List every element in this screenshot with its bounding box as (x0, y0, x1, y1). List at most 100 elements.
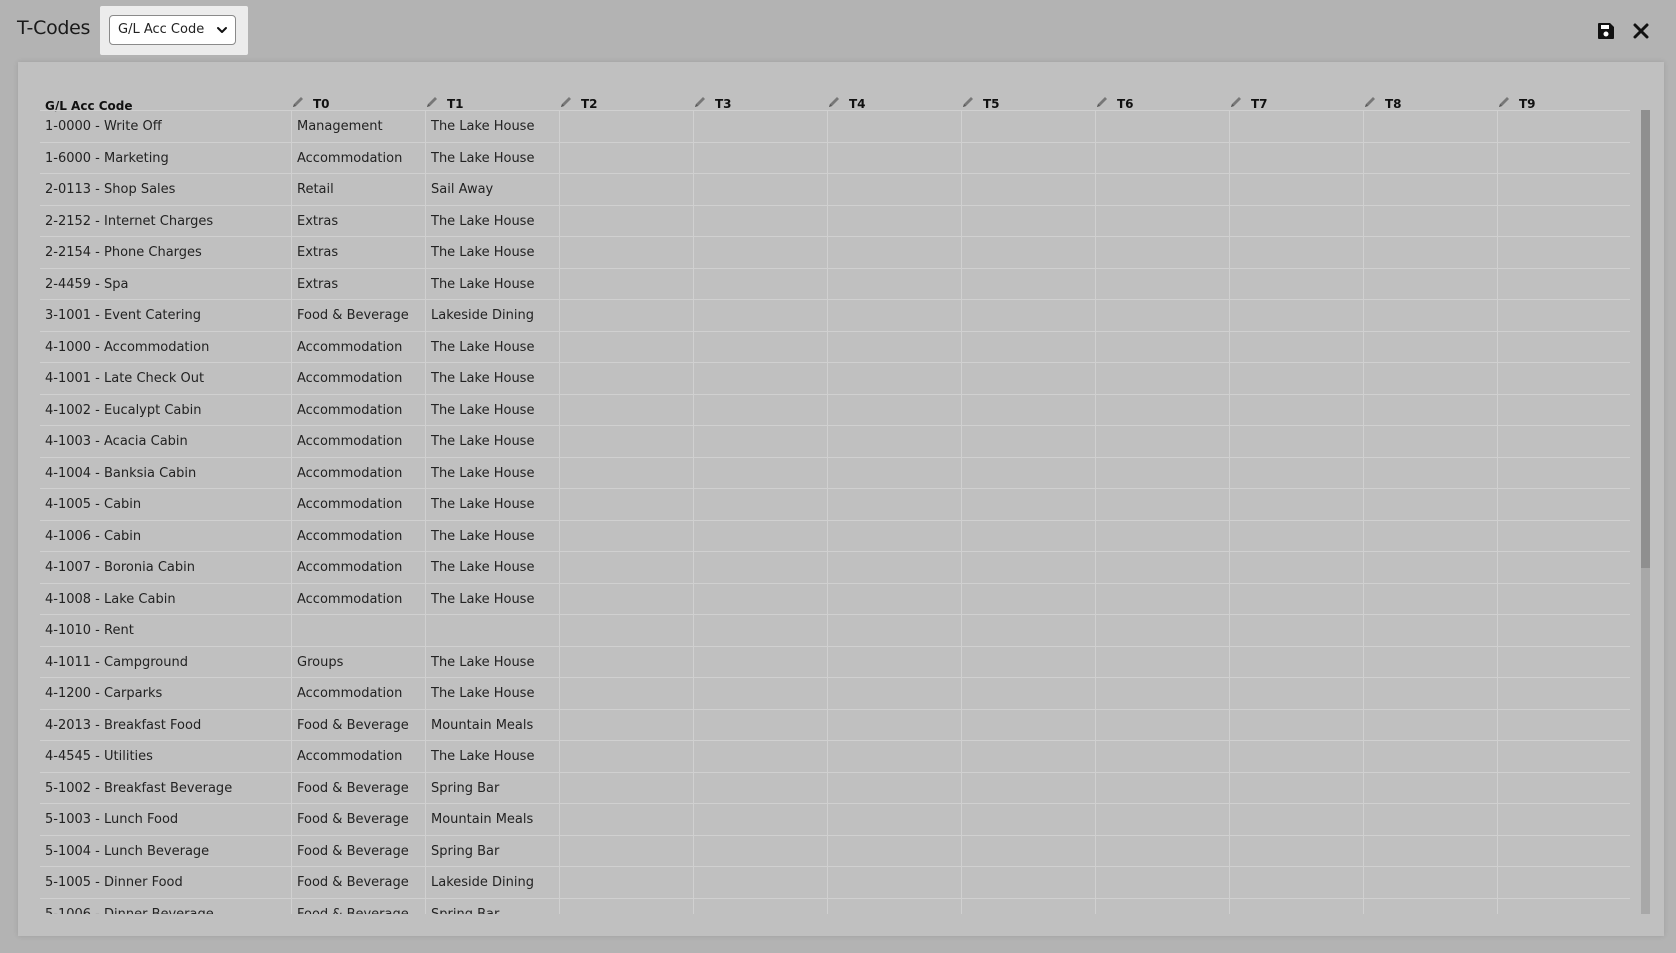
tcode-cell-t7[interactable] (1229, 709, 1363, 741)
tcode-cell-t3[interactable] (693, 709, 827, 741)
pencil-icon[interactable] (827, 95, 841, 109)
tcode-cell-t0[interactable]: Accommodation (291, 678, 425, 710)
tcode-cell-t5[interactable] (961, 394, 1095, 426)
tcode-cell-t6[interactable] (1095, 205, 1229, 237)
tcode-cell-t5[interactable] (961, 552, 1095, 584)
tcode-cell-t6[interactable] (1095, 489, 1229, 521)
tcode-cell-t6[interactable] (1095, 457, 1229, 489)
tcode-cell-t3[interactable] (693, 268, 827, 300)
tcode-cell-t2[interactable] (559, 142, 693, 174)
tcode-cell-t2[interactable] (559, 394, 693, 426)
tcode-cell-t2[interactable] (559, 741, 693, 773)
tcode-cell-t0[interactable]: Food & Beverage (291, 867, 425, 899)
tcode-cell-t7[interactable] (1229, 363, 1363, 395)
tcode-cell-t0[interactable]: Extras (291, 205, 425, 237)
tcode-cell-t8[interactable] (1363, 772, 1497, 804)
save-icon[interactable] (1596, 21, 1616, 41)
tcode-cell-t5[interactable] (961, 489, 1095, 521)
tcode-cell-t7[interactable] (1229, 237, 1363, 269)
tcode-cell-t3[interactable] (693, 583, 827, 615)
tcode-cell-t6[interactable] (1095, 741, 1229, 773)
pencil-icon[interactable] (693, 95, 707, 109)
tcode-cell-t8[interactable] (1363, 678, 1497, 710)
tcode-cell-t7[interactable] (1229, 394, 1363, 426)
tcode-cell-t4[interactable] (827, 552, 961, 584)
tcode-cell-t2[interactable] (559, 363, 693, 395)
tcode-cell-t5[interactable] (961, 174, 1095, 206)
tcode-cell-t5[interactable] (961, 268, 1095, 300)
tcode-cell-t6[interactable] (1095, 552, 1229, 584)
tcode-cell-t1[interactable]: The Lake House (425, 741, 559, 773)
tcode-cell-t9[interactable] (1497, 268, 1630, 300)
tcode-cell-t2[interactable] (559, 520, 693, 552)
tcode-cell-t5[interactable] (961, 111, 1095, 143)
tcode-cell-t9[interactable] (1497, 552, 1630, 584)
tcode-cell-t9[interactable] (1497, 741, 1630, 773)
tcode-cell-t0[interactable]: Extras (291, 237, 425, 269)
tcode-cell-t4[interactable] (827, 583, 961, 615)
pencil-icon[interactable] (1095, 95, 1109, 109)
tcode-cell-t8[interactable] (1363, 394, 1497, 426)
tcode-cell-t7[interactable] (1229, 678, 1363, 710)
tcode-cell-t8[interactable] (1363, 363, 1497, 395)
tcode-cell-t0[interactable]: Groups (291, 646, 425, 678)
tcode-cell-t7[interactable] (1229, 142, 1363, 174)
tcode-cell-t8[interactable] (1363, 615, 1497, 647)
tcode-cell-t4[interactable] (827, 489, 961, 521)
tcode-cell-t2[interactable] (559, 237, 693, 269)
tcode-cell-t4[interactable] (827, 142, 961, 174)
tcode-cell-t6[interactable] (1095, 520, 1229, 552)
tcode-cell-t6[interactable] (1095, 426, 1229, 458)
tcode-cell-t2[interactable] (559, 804, 693, 836)
tcode-cell-t1[interactable]: The Lake House (425, 520, 559, 552)
tcode-cell-t6[interactable] (1095, 835, 1229, 867)
tcode-cell-t2[interactable] (559, 268, 693, 300)
tcode-cell-t8[interactable] (1363, 709, 1497, 741)
tcode-cell-t3[interactable] (693, 489, 827, 521)
tcode-cell-t2[interactable] (559, 646, 693, 678)
tcode-cell-t7[interactable] (1229, 772, 1363, 804)
tcode-cell-t1[interactable]: Spring Bar (425, 898, 559, 914)
tcode-cell-t3[interactable] (693, 520, 827, 552)
tcode-cell-t6[interactable] (1095, 111, 1229, 143)
tcode-cell-t0[interactable]: Extras (291, 268, 425, 300)
tcode-cell-t3[interactable] (693, 552, 827, 584)
tcode-cell-t4[interactable] (827, 394, 961, 426)
pencil-icon[interactable] (291, 95, 305, 109)
tcode-cell-t8[interactable] (1363, 111, 1497, 143)
tcode-cell-t4[interactable] (827, 111, 961, 143)
tcode-cell-t9[interactable] (1497, 646, 1630, 678)
tcode-cell-t3[interactable] (693, 678, 827, 710)
tcode-cell-t3[interactable] (693, 237, 827, 269)
tcode-cell-t3[interactable] (693, 898, 827, 914)
tcode-cell-t9[interactable] (1497, 142, 1630, 174)
tcode-cell-t1[interactable]: The Lake House (425, 331, 559, 363)
tcode-cell-t0[interactable]: Accommodation (291, 552, 425, 584)
tcode-cell-t0[interactable]: Accommodation (291, 363, 425, 395)
tcode-cell-t0[interactable]: Management (291, 111, 425, 143)
tcode-cell-t6[interactable] (1095, 363, 1229, 395)
tcode-cell-t6[interactable] (1095, 583, 1229, 615)
tcode-cell-t1[interactable]: The Lake House (425, 583, 559, 615)
tcode-cell-t5[interactable] (961, 678, 1095, 710)
tcode-cell-t1[interactable]: Mountain Meals (425, 804, 559, 836)
tcode-cell-t2[interactable] (559, 457, 693, 489)
tcode-cell-t0[interactable]: Food & Beverage (291, 772, 425, 804)
tcode-cell-t4[interactable] (827, 237, 961, 269)
tcode-cell-t5[interactable] (961, 520, 1095, 552)
tcode-cell-t7[interactable] (1229, 804, 1363, 836)
tcode-cell-t4[interactable] (827, 741, 961, 773)
tcode-cell-t1[interactable]: The Lake House (425, 394, 559, 426)
tcode-cell-t7[interactable] (1229, 552, 1363, 584)
tcode-cell-t1[interactable]: The Lake House (425, 237, 559, 269)
tcode-cell-t1[interactable]: The Lake House (425, 111, 559, 143)
tcode-cell-t2[interactable] (559, 205, 693, 237)
tcode-cell-t4[interactable] (827, 205, 961, 237)
tcode-cell-t8[interactable] (1363, 867, 1497, 899)
tcode-cell-t9[interactable] (1497, 835, 1630, 867)
tcode-cell-t1[interactable]: Sail Away (425, 174, 559, 206)
tcode-cell-t6[interactable] (1095, 174, 1229, 206)
tcode-cell-t8[interactable] (1363, 142, 1497, 174)
pencil-icon[interactable] (1229, 95, 1243, 109)
tcode-cell-t1[interactable]: The Lake House (425, 457, 559, 489)
